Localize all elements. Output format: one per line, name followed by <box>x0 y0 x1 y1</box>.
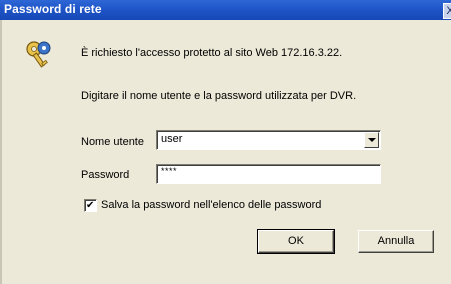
save-password-label[interactable]: Salva la password nell'elenco delle pass… <box>101 199 321 211</box>
password-label: Password <box>81 169 130 181</box>
chevron-down-icon[interactable] <box>364 132 379 148</box>
cancel-button[interactable]: Annulla <box>358 230 434 253</box>
key-icon <box>26 41 51 68</box>
window-border <box>0 20 2 284</box>
access-message: È richiesto l'accesso protetto al sito W… <box>81 47 343 59</box>
username-label: Nome utente <box>81 136 144 148</box>
password-value[interactable]: **** <box>161 166 177 176</box>
ok-button[interactable]: OK <box>257 229 335 254</box>
username-combobox[interactable]: user <box>156 130 381 150</box>
network-password-dialog: Password di rete X È richiesto l'accesso… <box>0 0 451 284</box>
username-value[interactable]: user <box>161 133 182 145</box>
title-bar[interactable]: Password di rete X <box>0 0 451 20</box>
save-password-checkbox[interactable]: ✔ <box>84 199 97 212</box>
instruction-message: Digitare il nome utente e la password ut… <box>81 90 357 102</box>
close-button[interactable]: X <box>443 3 451 19</box>
password-field[interactable]: **** <box>156 164 381 184</box>
checkmark-icon: ✔ <box>86 200 95 211</box>
dialog-title: Password di rete <box>4 2 102 16</box>
